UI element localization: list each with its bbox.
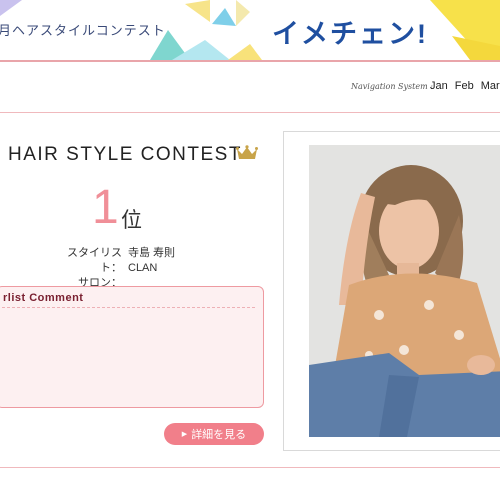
banner-subtitle: 月ヘアスタイルコンテスト [0,23,166,38]
stylist-label: スタイリスト： [67,247,122,274]
view-details-label: 詳細を見る [191,429,247,441]
stylist-info-labels: スタイリスト： サロン： [56,246,122,291]
contest-title: HAIR STYLE CONTEST [8,144,242,165]
photo-frame [283,131,500,451]
stylist-info-values: 寺島 寿則 CLAN [128,246,175,276]
navigation-label: Navigation System : [351,82,433,91]
nav-month-mar[interactable]: Mar [481,80,500,92]
play-arrow-icon: ▶ [181,431,188,438]
view-details-button[interactable]: ▶ 詳細を見る [164,423,264,445]
comment-title: rlist Comment [3,292,84,304]
banner-title: イメチェン! [272,19,428,49]
crown-icon [236,145,258,159]
comment-divider [0,307,255,308]
rank-suffix: 位 [121,209,142,232]
month-navigation: Navigation System : Jan Feb Mar A [0,80,500,96]
salon-name: CLAN [128,262,158,274]
nav-month-jan[interactable]: Jan [430,80,448,92]
model-illustration [309,145,500,437]
panel-top-border [0,112,500,113]
stylist-comment-box: rlist Comment [0,286,264,408]
rank-number: 1 [92,181,119,234]
banner-divider [0,60,500,62]
hairstyle-photo[interactable] [309,145,500,437]
nav-month-feb[interactable]: Feb [455,80,474,92]
header-banner: 月ヘアスタイルコンテスト イメチェン! [0,0,500,60]
panel-bottom-border [0,467,500,468]
stylist-name: 寺島 寿則 [128,247,176,259]
month-list: Jan Feb Mar A [430,80,500,92]
